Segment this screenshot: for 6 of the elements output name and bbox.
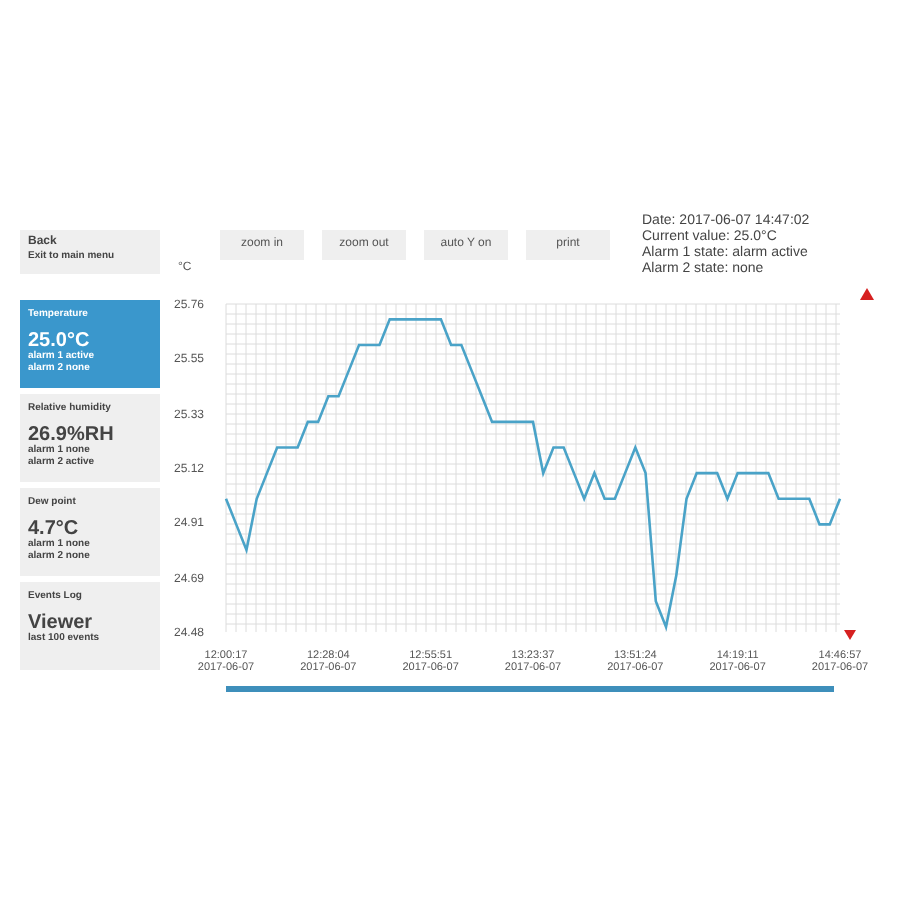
down-triangle-icon[interactable] bbox=[844, 630, 856, 640]
tile-value: 26.9%RH bbox=[28, 424, 116, 446]
tile-value: 25.0°C bbox=[28, 330, 90, 352]
tile-value: Viewer bbox=[28, 612, 93, 634]
tile-value: 4.7°C bbox=[28, 518, 81, 540]
up-triangle-icon[interactable] bbox=[860, 288, 874, 300]
